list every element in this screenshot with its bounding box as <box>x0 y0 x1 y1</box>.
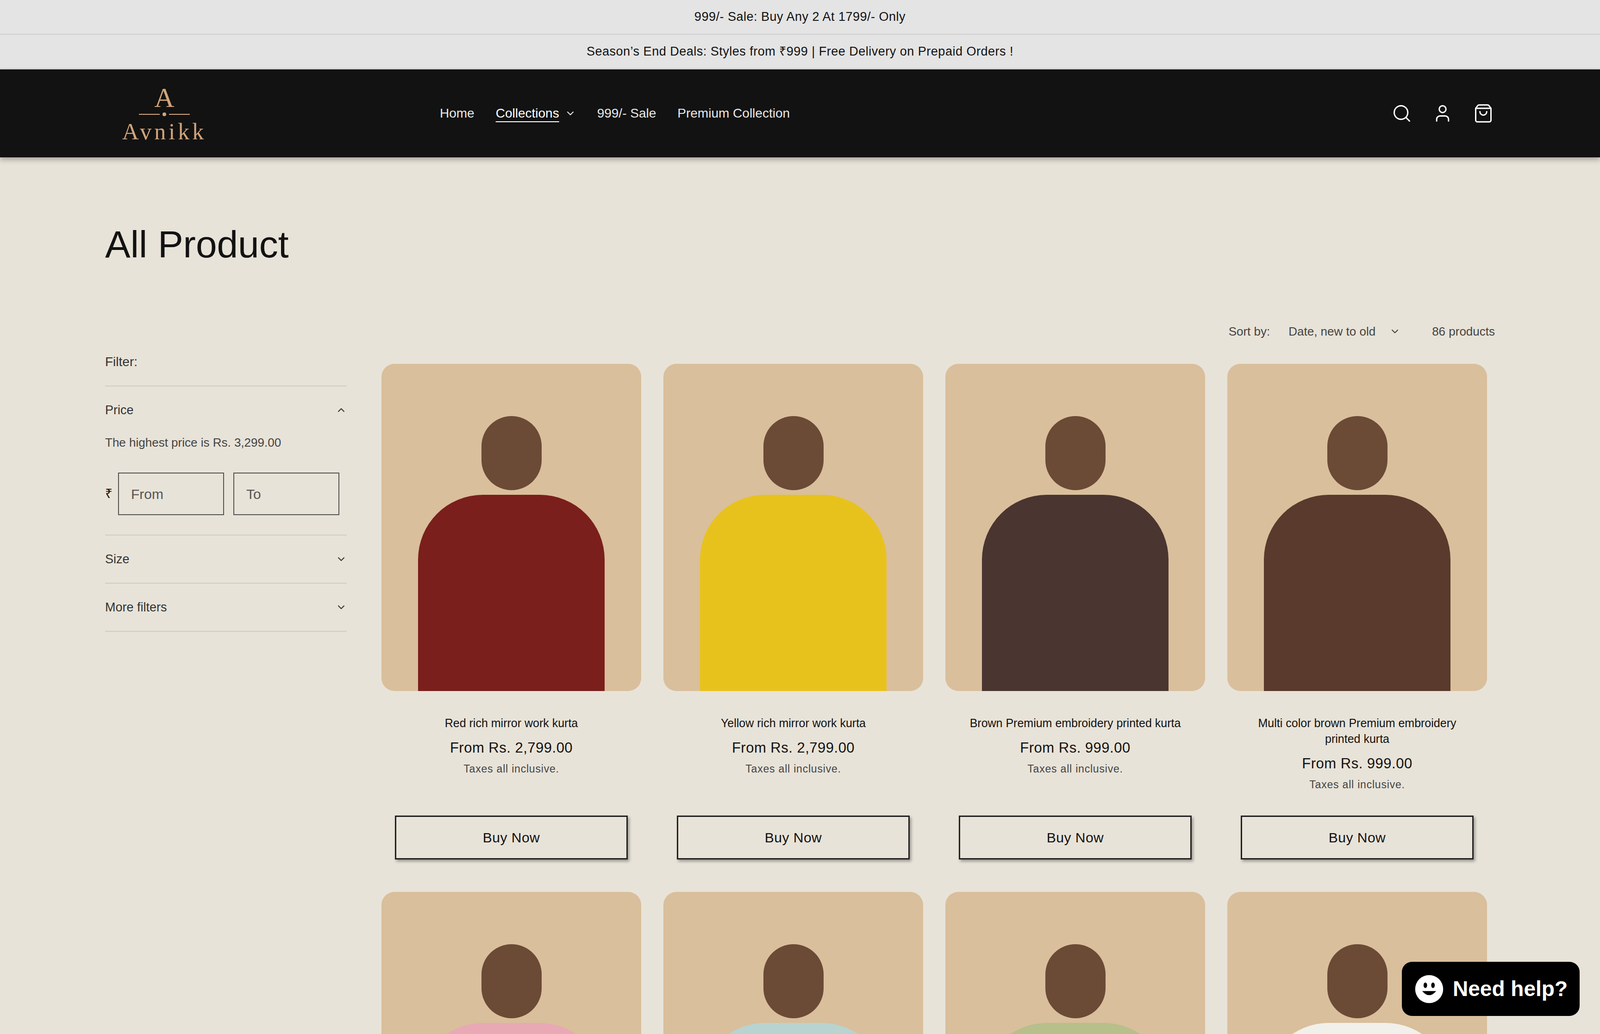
product-card: Yellow rich mirror work kurta From Rs. 2,… <box>663 363 924 860</box>
product-card: Multi color brown Premium embroidery pri… <box>1227 363 1488 860</box>
logo-monogram: A <box>154 83 175 112</box>
main: All Product Filter:PriceThe highest price… <box>0 157 1600 1034</box>
main-nav: Home Collections 999/- Sale Premium Collect… <box>439 103 790 124</box>
buy-now-button[interactable]: Buy Now <box>1240 815 1474 860</box>
product-name[interactable]: Yellow rich mirror work kurta <box>706 715 880 732</box>
tax-note: Taxes all inclusive. <box>1027 761 1123 778</box>
nav-item[interactable]: Home <box>439 103 475 124</box>
cart-icon[interactable] <box>1473 103 1494 124</box>
buy-now-button[interactable]: Buy Now <box>958 815 1192 860</box>
figure-body <box>418 494 606 692</box>
figure-body <box>981 494 1169 692</box>
figure-body <box>418 1023 606 1034</box>
sort-bar: Sort by: Date, new to old 86 products <box>381 319 1495 344</box>
filter-group: More filters <box>105 583 347 632</box>
content: Filter:PriceThe highest price is Rs. 3,2… <box>105 319 1495 1034</box>
figure-head <box>481 416 542 491</box>
nav-item[interactable]: Premium Collection <box>677 103 790 124</box>
filter-group: Size <box>105 535 347 584</box>
nav-item[interactable]: 999/- Sale <box>597 103 657 124</box>
filter-group-header[interactable]: Price <box>105 386 347 434</box>
currency-symbol: ₹ <box>105 484 113 504</box>
logo-name: Avnikk <box>122 119 207 144</box>
product-image[interactable] <box>945 363 1206 692</box>
announcement-bar: 999/- Sale: Buy Any 2 At 1799/- Only <box>0 0 1600 35</box>
product-name[interactable]: Brown Premium embroidery printed kurta <box>956 715 1195 732</box>
buy-now-button[interactable]: Buy Now <box>676 815 910 860</box>
figure-head <box>1045 416 1106 491</box>
figure-body <box>981 1023 1169 1034</box>
product-image[interactable] <box>1227 363 1488 692</box>
product-price: From Rs. 2,799.00 <box>731 737 855 760</box>
header: A Avnikk Home Collections 999/- Sale Premium … <box>0 69 1600 158</box>
figure-body <box>1263 1023 1451 1034</box>
price-filter: The highest price is Rs. 3,299.00 ₹FromTo <box>105 433 347 535</box>
price-to-input[interactable]: To <box>233 472 340 516</box>
product-grid: Red rich mirror work kurta From Rs. 2,799… <box>381 363 1495 1034</box>
logo[interactable]: A Avnikk <box>111 83 218 144</box>
product-card: Red rich mirror work kurta From Rs. 2,799… <box>381 363 642 860</box>
sort-label: Sort by: <box>1228 322 1271 341</box>
account-icon[interactable] <box>1432 103 1453 124</box>
filter-group-header[interactable]: Size <box>105 535 347 583</box>
announcement-bar: Season’s End Deals: Styles from ₹999 | F… <box>0 34 1600 70</box>
header-icons <box>1391 103 1494 124</box>
chevron-down-icon <box>564 107 576 119</box>
tax-note: Taxes all inclusive. <box>745 761 841 778</box>
tax-note: Taxes all inclusive. <box>463 761 559 778</box>
figure-head <box>763 944 824 1019</box>
figure-body <box>1263 494 1451 692</box>
buy-now-button[interactable]: Buy Now <box>394 815 628 860</box>
product-price: From Rs. 2,799.00 <box>450 737 573 760</box>
smiley-icon <box>1413 974 1445 1005</box>
product-price: From Rs. 999.00 <box>1301 753 1413 775</box>
product-name[interactable]: Multi color brown Premium embroidery pri… <box>1227 715 1488 747</box>
sort-select[interactable]: Date, new to old <box>1288 322 1401 341</box>
product-image[interactable] <box>663 363 924 692</box>
product-area: Sort by: Date, new to old 86 products Red r… <box>381 319 1495 1034</box>
chat-label: Need help? <box>1452 973 1568 1006</box>
figure-body <box>700 1023 888 1034</box>
nav-item[interactable]: Collections <box>495 103 576 124</box>
product-image[interactable] <box>381 363 642 692</box>
product-card <box>945 892 1206 1034</box>
filter-group-header[interactable]: More filters <box>105 583 347 632</box>
figure-head <box>1327 416 1388 491</box>
chat-button[interactable]: Need help? <box>1401 962 1580 1017</box>
product-card <box>381 892 642 1034</box>
figure-head <box>1045 944 1106 1019</box>
product-image[interactable] <box>381 892 642 1034</box>
announcement-text: Season’s End Deals: Styles from ₹999 | F… <box>586 42 1014 62</box>
chevron-up-icon <box>335 404 347 416</box>
page-title: All Product <box>105 221 1495 268</box>
announcement-text: 999/- Sale: Buy Any 2 At 1799/- Only <box>694 7 906 27</box>
product-name[interactable]: Red rich mirror work kurta <box>431 715 593 732</box>
highest-price: The highest price is Rs. 3,299.00 <box>105 433 347 452</box>
product-card <box>663 892 924 1034</box>
figure-body <box>700 494 888 692</box>
search-icon[interactable] <box>1391 103 1413 124</box>
chevron-down-icon <box>335 601 347 613</box>
filter-group: PriceThe highest price is Rs. 3,299.00 ₹F… <box>105 386 347 536</box>
figure-head <box>481 944 542 1019</box>
page: 999/- Sale: Buy Any 2 At 1799/- Only Seas… <box>0 0 1600 1034</box>
product-image[interactable] <box>945 892 1206 1034</box>
product-card: Brown Premium embroidery printed kurta Fr… <box>945 363 1206 860</box>
filter-sidebar: Filter:PriceThe highest price is Rs. 3,2… <box>105 319 347 1034</box>
figure-head <box>763 416 824 491</box>
chevron-down-icon <box>1389 325 1401 338</box>
price-from-input[interactable]: From <box>118 472 225 516</box>
logo-ornament-icon <box>138 111 190 118</box>
product-count: 86 products <box>1431 322 1495 341</box>
chevron-down-icon <box>335 553 347 565</box>
product-price: From Rs. 999.00 <box>1019 737 1131 760</box>
filter-label: Filter: <box>105 352 347 387</box>
tax-note: Taxes all inclusive. <box>1309 776 1405 794</box>
figure-head <box>1327 944 1388 1019</box>
product-image[interactable] <box>663 892 924 1034</box>
